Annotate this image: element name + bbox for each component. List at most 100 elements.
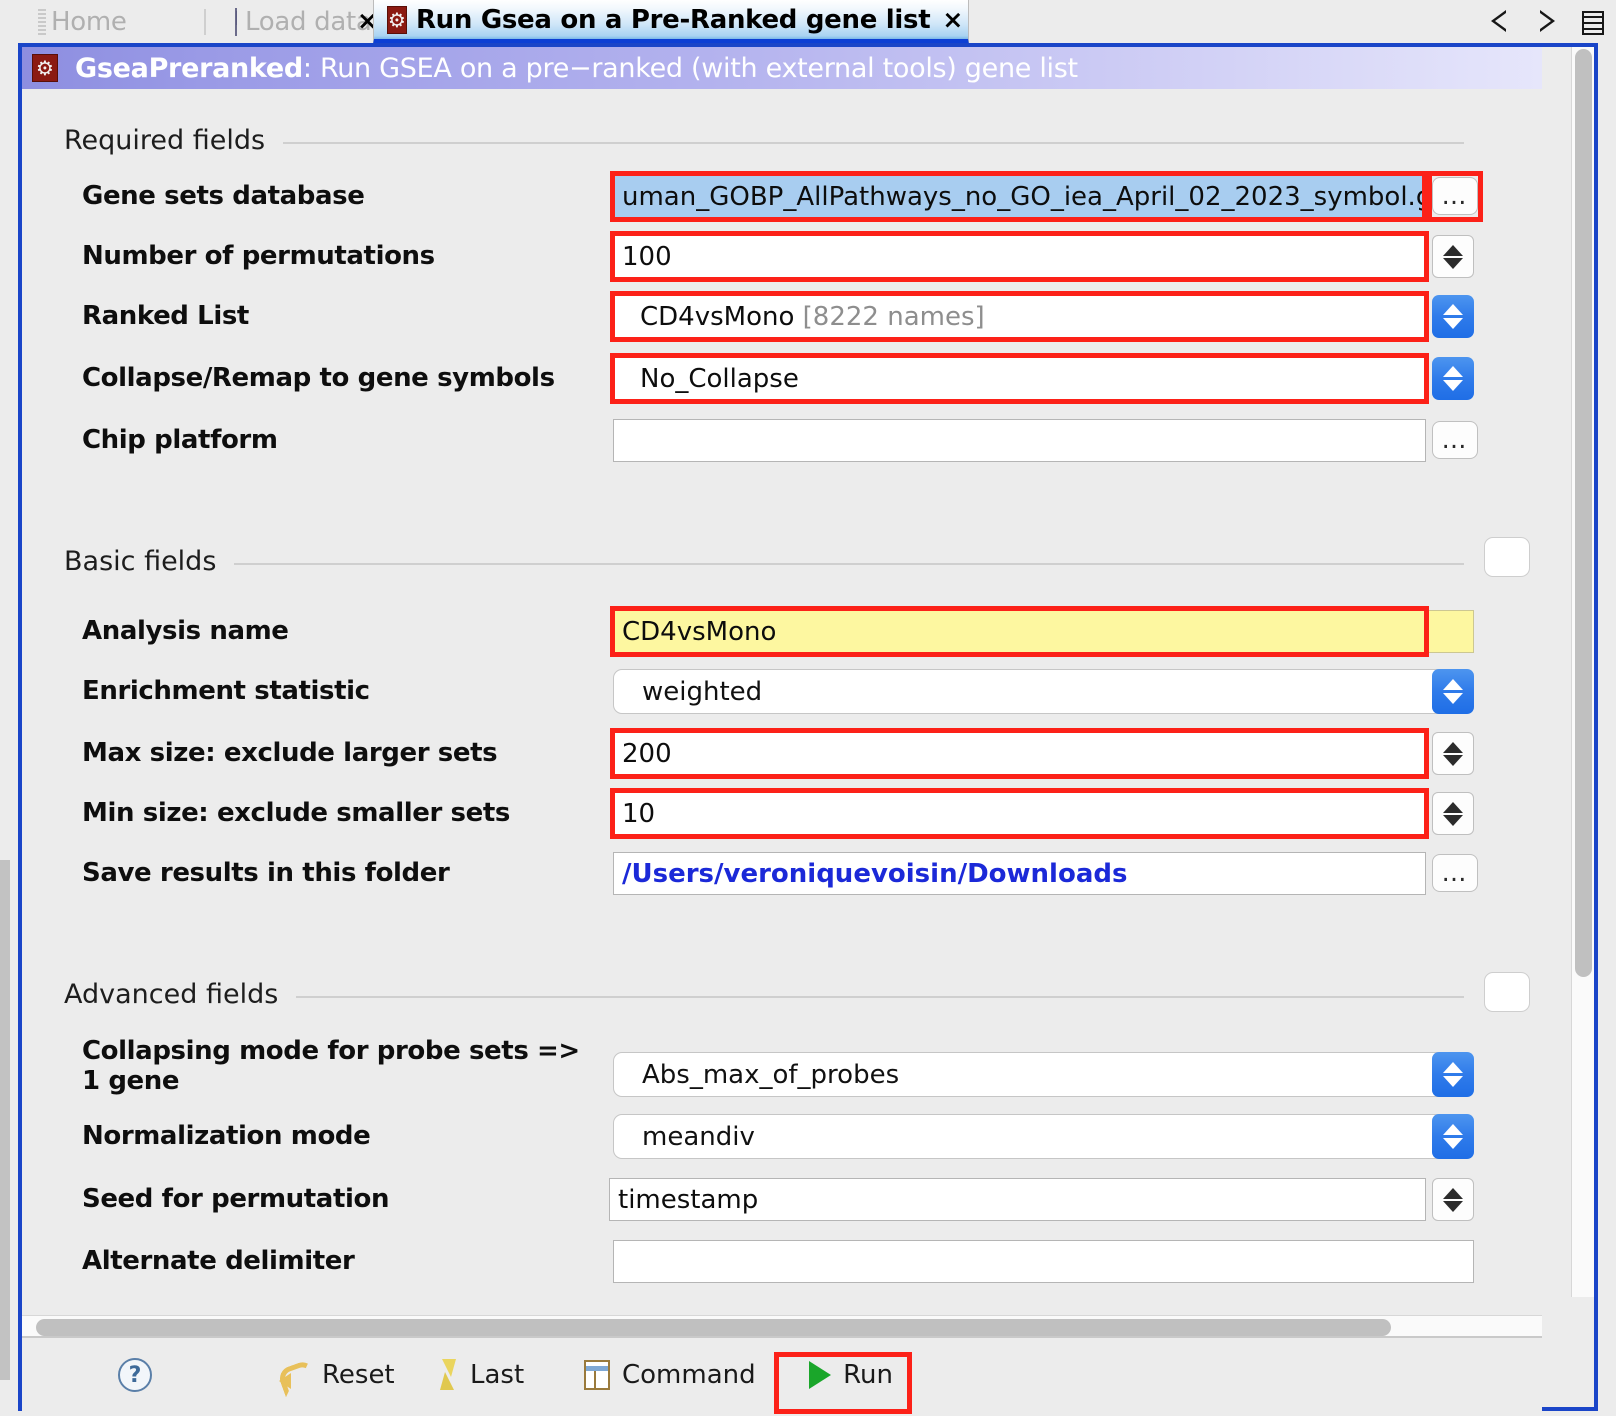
book-icon	[235, 8, 237, 36]
play-triangle-icon	[809, 1361, 832, 1389]
vertical-scrollbar[interactable]	[1571, 47, 1594, 1297]
seed-for-permutation-input[interactable]: timestamp	[609, 1178, 1426, 1221]
alternate-delimiter-input[interactable]	[613, 1240, 1474, 1283]
left-edge-stripe	[0, 860, 10, 1380]
number-of-permutations-spinner[interactable]	[1432, 235, 1474, 278]
min-size-label: Min size: exclude smaller sets	[82, 797, 510, 828]
chevron-up-icon	[1443, 679, 1463, 690]
enrichment-statistic-label: Enrichment statistic	[82, 675, 370, 706]
run-button[interactable]: Run	[788, 1354, 914, 1396]
last-button-label: Last	[470, 1360, 525, 1390]
chip-platform-browse-button[interactable]: …	[1432, 421, 1478, 459]
tab-load-data[interactable]: Load data	[222, 0, 372, 44]
collapse-remap-input[interactable]: No_Collapse	[613, 357, 1426, 400]
horizontal-scrollbar[interactable]	[22, 1315, 1542, 1338]
spinner-down-icon[interactable]	[1443, 814, 1463, 826]
collapse-remap-dropdown-button[interactable]	[1432, 357, 1474, 400]
save-folder-label: Save results in this folder	[82, 857, 450, 888]
lightning-icon	[436, 1359, 458, 1391]
list-menu-icon[interactable]	[1582, 10, 1604, 35]
section-basic-label: Basic fields	[64, 546, 217, 577]
tab-load-data-label: Load data	[245, 7, 372, 37]
section-required-fields: Required fields	[64, 125, 1464, 156]
tab-run-gsea-preranked[interactable]: ⚙ Run Gsea on a Pre-Ranked gene list ×	[373, 0, 969, 44]
chip-platform-input[interactable]	[613, 419, 1426, 462]
row-ranked-list: Ranked List CD4vsMono [8222 names]	[64, 291, 1484, 342]
save-folder-input[interactable]: /Users/veroniquevoisin/Downloads	[613, 852, 1426, 895]
row-gene-sets-database: Gene sets database uman_GOBP_AllPathways…	[64, 171, 1484, 222]
collapse-remap-label: Collapse/Remap to gene symbols	[82, 362, 555, 393]
collapsing-mode-dropdown-button[interactable]	[1432, 1052, 1474, 1097]
gene-sets-database-input[interactable]: uman_GOBP_AllPathways_no_GO_iea_April_02…	[613, 175, 1424, 218]
row-seed-for-permutation: Seed for permutation timestamp	[64, 1174, 1484, 1224]
normalization-mode-input[interactable]: meandiv	[613, 1114, 1474, 1159]
tab-home[interactable]: Home	[30, 0, 190, 44]
max-size-input[interactable]: 200	[613, 732, 1426, 775]
forward-triangle-icon[interactable]	[1534, 6, 1560, 36]
ranked-list-input[interactable]: CD4vsMono [8222 names]	[613, 295, 1426, 338]
reset-button-label: Reset	[322, 1360, 395, 1390]
ranked-list-dropdown-button[interactable]	[1432, 295, 1474, 338]
chevron-up-icon	[1443, 1062, 1463, 1073]
number-of-permutations-input[interactable]: 100	[613, 235, 1426, 278]
command-button[interactable]: Command	[574, 1354, 766, 1396]
chevron-down-icon	[1443, 380, 1463, 391]
vertical-scrollbar-thumb[interactable]	[1575, 49, 1592, 977]
tab-bar: Home Load data × ⚙ Run Gsea on a Pre-Ran…	[0, 0, 1616, 44]
enrichment-statistic-input[interactable]: weighted	[613, 669, 1474, 714]
horizontal-scrollbar-thumb[interactable]	[36, 1319, 1391, 1336]
max-size-label: Max size: exclude larger sets	[82, 737, 498, 768]
normalization-mode-dropdown-button[interactable]	[1432, 1114, 1474, 1159]
row-chip-platform: Chip platform …	[64, 415, 1484, 465]
spinner-down-icon[interactable]	[1443, 754, 1463, 766]
analysis-name-input[interactable]: CD4vsMono	[613, 610, 1474, 653]
number-of-permutations-label: Number of permutations	[82, 240, 435, 271]
save-folder-browse-button[interactable]: …	[1432, 854, 1478, 892]
module-header: ⚙ GseaPreranked: Run GSEA on a pre−ranke…	[22, 47, 1542, 89]
max-size-spinner[interactable]	[1432, 732, 1474, 775]
spinner-down-icon[interactable]	[1443, 1200, 1463, 1212]
min-size-spinner[interactable]	[1432, 792, 1474, 835]
row-min-size: Min size: exclude smaller sets 10	[64, 788, 1484, 839]
form-scroll-pane[interactable]: Required fields Gene sets database uman_…	[22, 89, 1542, 1297]
help-icon: ?	[118, 1358, 152, 1392]
reset-arrow-icon	[279, 1360, 310, 1390]
section-advanced-fields: Advanced fields	[64, 979, 1464, 1010]
help-button[interactable]: ?	[108, 1352, 162, 1398]
enrichment-statistic-dropdown-button[interactable]	[1432, 669, 1474, 714]
spinner-up-icon[interactable]	[1443, 741, 1463, 753]
reset-button[interactable]: Reset	[270, 1354, 405, 1396]
command-button-label: Command	[622, 1360, 756, 1390]
collapsing-mode-input[interactable]: Abs_max_of_probes	[613, 1052, 1474, 1097]
ranked-list-count: [8222 names]	[802, 301, 985, 332]
command-document-icon	[584, 1360, 610, 1390]
gsea-gear-icon: ⚙	[387, 5, 407, 34]
section-divider	[234, 562, 1464, 565]
row-enrichment-statistic: Enrichment statistic weighted	[64, 666, 1484, 716]
tab-nav-controls	[1486, 6, 1604, 36]
last-button[interactable]: Last	[426, 1353, 534, 1397]
spinner-down-icon[interactable]	[1443, 257, 1463, 269]
gene-sets-database-label: Gene sets database	[82, 180, 365, 211]
advanced-fields-collapse-toggle[interactable]	[1484, 972, 1530, 1012]
module-header-text: GseaPreranked: Run GSEA on a pre−ranked …	[75, 53, 1078, 84]
collapsing-mode-label: Collapsing mode for probe sets => 1 gene	[82, 1036, 580, 1097]
min-size-input[interactable]: 10	[613, 792, 1426, 835]
tab-run-gsea-close-icon[interactable]: ×	[942, 7, 963, 32]
seed-for-permutation-spinner[interactable]	[1432, 1178, 1474, 1221]
back-triangle-icon[interactable]	[1486, 6, 1512, 36]
gsea-application-window: Home Load data × ⚙ Run Gsea on a Pre-Ran…	[0, 0, 1616, 1416]
row-alternate-delimiter: Alternate delimiter	[64, 1236, 1484, 1286]
gene-sets-database-browse-button[interactable]: …	[1432, 177, 1478, 215]
chevron-up-icon	[1443, 1124, 1463, 1135]
analysis-name-label: Analysis name	[82, 615, 289, 646]
section-advanced-label: Advanced fields	[64, 979, 279, 1010]
spinner-up-icon[interactable]	[1443, 244, 1463, 256]
module-name: GseaPreranked	[75, 52, 303, 84]
basic-fields-collapse-toggle[interactable]	[1484, 537, 1530, 577]
row-collapsing-mode: Collapsing mode for probe sets => 1 gene…	[64, 1034, 1484, 1112]
spinner-up-icon[interactable]	[1443, 801, 1463, 813]
row-collapse-remap: Collapse/Remap to gene symbols No_Collap…	[64, 353, 1484, 404]
spinner-up-icon[interactable]	[1443, 1187, 1463, 1199]
chevron-up-icon	[1443, 366, 1463, 377]
